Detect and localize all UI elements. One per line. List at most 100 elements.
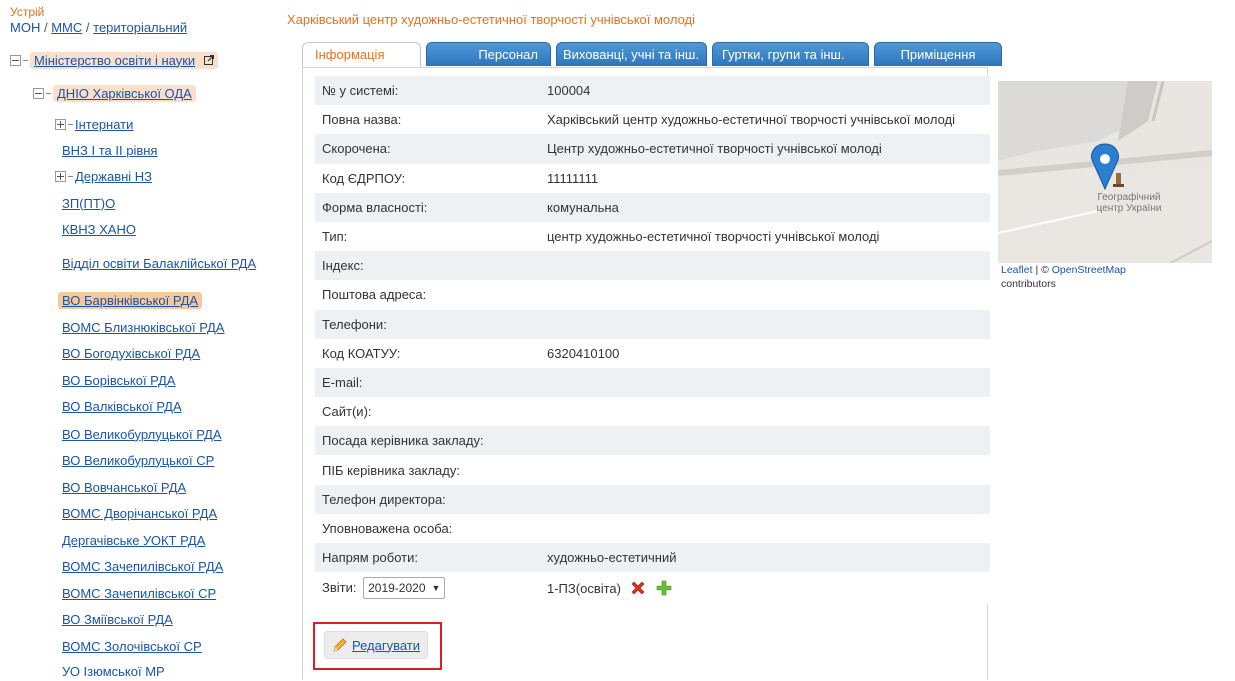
- tree-item-internaty: Інтернати: [55, 114, 133, 134]
- tree-item-izium: УО Ізюмської МР: [62, 661, 165, 681]
- field-label: Скорочена:: [315, 134, 540, 164]
- breadcrumb-separator: /: [43, 20, 48, 35]
- breadcrumb-mms[interactable]: ММС: [51, 20, 82, 35]
- tab-premises[interactable]: Приміщення: [874, 42, 1002, 66]
- breadcrumb-separator: /: [85, 20, 90, 35]
- tree-link-bohod[interactable]: ВО Богодухівської РДА: [62, 346, 200, 361]
- field-value: [540, 280, 990, 310]
- field-label: Код КОАТУУ:: [315, 338, 540, 368]
- field-value: 11111111: [540, 163, 990, 193]
- tree-link-boriv[interactable]: ВО Борівської РДА: [62, 373, 175, 388]
- field-value: Центр художньо-естетичної творчості учні…: [540, 134, 990, 164]
- field-label: Індекс:: [315, 251, 540, 281]
- field-value: [540, 484, 990, 514]
- table-row: Телефони:: [315, 309, 990, 339]
- table-row: Сайт(и):: [315, 397, 990, 427]
- delete-report-icon[interactable]: [629, 579, 647, 597]
- tree-link-dvor[interactable]: ВОМС Дворічанської РДА: [62, 506, 217, 521]
- tree-link-vovch[interactable]: ВО Вовчанської РДА: [62, 480, 186, 495]
- edit-button[interactable]: Редагувати: [324, 631, 428, 659]
- table-row: Напрям роботи: художньо-естетичний: [315, 543, 990, 573]
- tree-link-ministry[interactable]: Міністерство освіти і науки: [34, 53, 195, 68]
- tree-item-dvor: ВОМС Дворічанської РДА: [62, 503, 217, 523]
- field-label: Тип:: [315, 221, 540, 252]
- tab-personnel[interactable]: Персонал: [426, 42, 551, 66]
- tree-connector: [23, 59, 28, 61]
- tab-bar: Інформація Персонал Вихованці, учні та і…: [302, 42, 1002, 68]
- tree-link-velbur-rda[interactable]: ВО Великобурлуцької РДА: [62, 427, 222, 442]
- tree-item-balak: Відділ освіти Балаклійської РДА: [62, 248, 262, 280]
- tree-link-kvnz[interactable]: КВНЗ ХАНО: [62, 222, 136, 237]
- field-value: [540, 397, 990, 427]
- field-label: E-mail:: [315, 367, 540, 398]
- leaflet-link[interactable]: Leaflet: [1001, 264, 1033, 276]
- map-view[interactable]: Географічний центр України: [998, 81, 1212, 263]
- tree-link-zmiiv[interactable]: ВО Зміївської РДА: [62, 612, 173, 627]
- tree-item-dnio: ДНІО Харківської ОДА: [33, 83, 196, 103]
- map-place-label: Географічний центр України: [1096, 192, 1162, 214]
- tree-link-zach-rda[interactable]: ВОМС Зачепилівської РДА: [62, 559, 223, 574]
- tree-link-zach-sr[interactable]: ВОМС Зачепилівської СР: [62, 586, 216, 601]
- table-row: Поштова адреса:: [315, 280, 990, 310]
- attribution-contributors: contributors: [1001, 278, 1056, 290]
- table-row: Скорочена: Центр художньо-естетичної твор…: [315, 134, 990, 164]
- tab-groups[interactable]: Гуртки, групи та інш.: [712, 42, 869, 66]
- sidebar: Устрій МОН / ММС / територіальний Мініст…: [0, 0, 280, 680]
- tree-item-bohod: ВО Богодухівської РДА: [62, 343, 200, 363]
- edit-button-label: Редагувати: [351, 637, 421, 653]
- field-value: [540, 367, 990, 398]
- osm-link[interactable]: OpenStreetMap: [1052, 264, 1126, 276]
- breadcrumb-territorial[interactable]: територіальний: [93, 20, 187, 35]
- tree-link-vnz[interactable]: ВНЗ І та ІІ рівня: [62, 143, 157, 158]
- field-label: Код ЄДРПОУ:: [315, 163, 540, 193]
- field-label: Уповноважена особа:: [315, 513, 540, 543]
- reports-row: Звіти: 2019-2020 ▼ 1-ПЗ(освіта): [315, 572, 990, 605]
- breadcrumb: МОН / ММС / територіальний: [10, 20, 187, 35]
- tree-link-internaty[interactable]: Інтернати: [75, 117, 133, 132]
- field-value: центр художньо-естетичної творчості учні…: [540, 221, 990, 252]
- tree-item-zp: ЗП(ПТ)О: [62, 193, 115, 213]
- tree-link-derh[interactable]: Дергачівське УОКТ РДА: [62, 533, 205, 548]
- external-link-icon[interactable]: [203, 54, 214, 65]
- collapse-icon[interactable]: [33, 87, 44, 99]
- table-row: Телефон директора:: [315, 484, 990, 514]
- tree-connector: [68, 123, 73, 125]
- field-value: Харківський центр художньо-естетичної тв…: [540, 105, 990, 135]
- tree-link-zp[interactable]: ЗП(ПТ)О: [62, 196, 115, 211]
- report-year-select[interactable]: 2019-2020 ▼: [363, 577, 446, 600]
- table-row: E-mail:: [315, 367, 990, 398]
- pencil-icon: [333, 638, 347, 652]
- add-report-icon[interactable]: [655, 579, 673, 597]
- collapse-icon[interactable]: [10, 54, 21, 66]
- tree-link-velbur-sr[interactable]: ВО Великобурлуцької СР: [62, 453, 214, 468]
- tab-pupils[interactable]: Вихованці, учні та інш.: [556, 42, 707, 66]
- reports-label: Звіти:: [322, 580, 357, 596]
- tree-link-valk[interactable]: ВО Валківської РДА: [62, 399, 182, 414]
- tree-item-zmiiv: ВО Зміївської РДА: [62, 609, 173, 629]
- expand-icon[interactable]: [55, 170, 66, 182]
- field-value: [540, 251, 990, 281]
- field-value: [540, 455, 990, 485]
- expand-icon[interactable]: [55, 118, 66, 130]
- tree-link-barv[interactable]: ВО Барвінківської РДА: [62, 293, 198, 308]
- structure-label: Устрій: [10, 5, 45, 19]
- tree-link-izium[interactable]: УО Ізюмської МР: [62, 664, 165, 679]
- tree-item-kvnz: КВНЗ ХАНО: [62, 219, 136, 239]
- tree-item-derzh: Державні НЗ: [55, 166, 152, 186]
- field-label: Телефон директора:: [315, 484, 540, 514]
- tree-item-blyz: ВОМС Близнюківської РДА: [62, 317, 224, 337]
- table-row: Уповноважена особа:: [315, 513, 990, 543]
- breadcrumb-mon[interactable]: МОН: [10, 20, 40, 35]
- tree-link-derzh[interactable]: Державні НЗ: [75, 169, 152, 184]
- tree-link-blyz[interactable]: ВОМС Близнюківської РДА: [62, 320, 224, 335]
- tab-info[interactable]: Інформація: [302, 42, 421, 68]
- field-label: Сайт(и):: [315, 397, 540, 427]
- table-row: ПІБ керівника закладу:: [315, 455, 990, 485]
- field-value: [540, 426, 990, 456]
- field-value: [540, 309, 990, 339]
- tree-link-balak[interactable]: Відділ освіти Балаклійської РДА: [62, 257, 262, 270]
- tree-item-barv: ВО Барвінківської РДА: [58, 290, 203, 310]
- tree-link-dnio[interactable]: ДНІО Харківської ОДА: [57, 86, 192, 101]
- field-value: комунальна: [540, 192, 990, 222]
- tree-link-zoloch[interactable]: ВОМС Золочівської СР: [62, 639, 202, 654]
